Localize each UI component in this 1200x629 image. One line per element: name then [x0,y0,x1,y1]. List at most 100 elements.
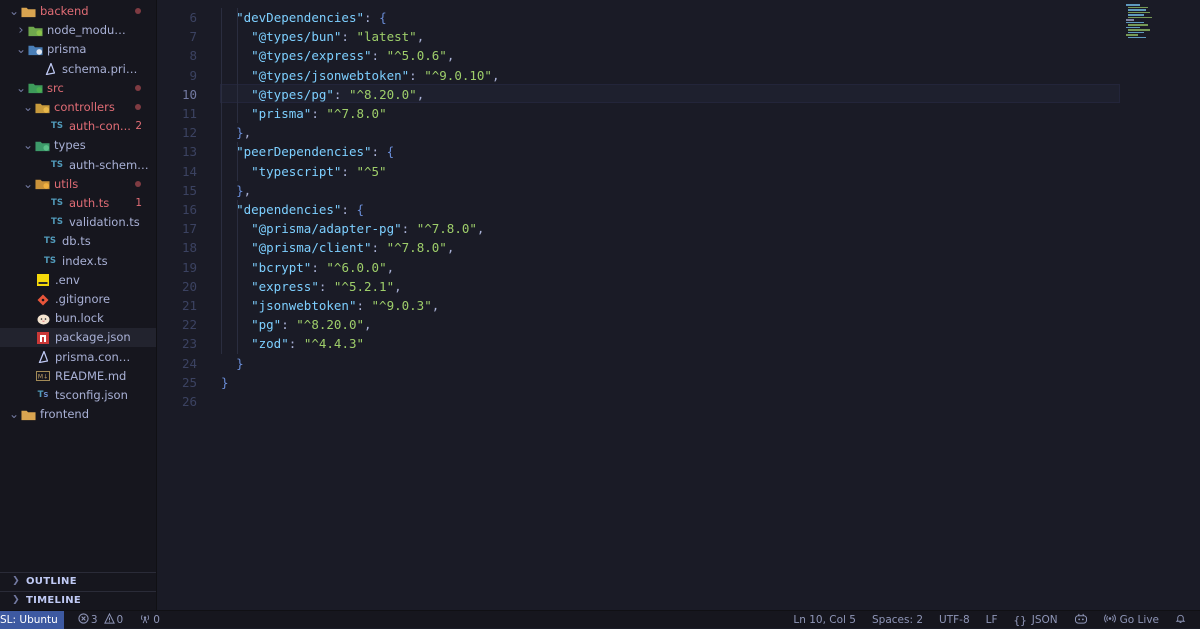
code-line[interactable]: "dependencies": { [221,200,364,219]
line-number: 19 [181,259,197,275]
outline-label: OUTLINE [26,576,77,587]
tree-folder-frontend[interactable]: ⌄ frontend [0,405,156,424]
code-line[interactable]: }, [221,123,251,142]
outline-panel-header[interactable]: ❯ OUTLINE [0,572,156,591]
line-number: 10 [181,86,197,102]
tree-folder-types[interactable]: ⌄ types [0,136,156,155]
tree-folder-controllers[interactable]: ⌄ controllers [0,98,156,117]
minimap-line [1128,31,1144,33]
go-live-button[interactable]: Go Live [1102,611,1159,629]
chevron-down-icon: ⌄ [15,80,27,95]
code-line[interactable]: "@prisma/adapter-pg": "^7.8.0", [221,219,484,238]
tree-folder-backend[interactable]: ⌄ backend [0,2,156,21]
modified-dot-indicator [135,84,141,91]
tree-file-schema-prisma[interactable]: schema.prisma [0,60,156,79]
code-line[interactable]: "peerDependencies": { [221,142,394,161]
code-line[interactable]: "zod": "^4.4.3" [221,334,364,353]
tree-file-index-ts[interactable]: TS index.ts [0,252,156,271]
tree-item-label: auth-schema.ts [69,157,149,172]
tree-file-db-ts[interactable]: TS db.ts [0,232,156,251]
tree-file-gitignore[interactable]: .gitignore [0,290,156,309]
tree-file-tsconfig-json[interactable]: TS tsconfig.json [0,386,156,405]
cursor-position[interactable]: Ln 10, Col 5 [791,611,856,629]
tree-file-env[interactable]: .env [0,271,156,290]
tree-folder-node-modules[interactable]: › node_modules [0,21,156,40]
code-token: "^8.20.0" [296,317,365,333]
problems-indicator[interactable]: 3 0 [76,611,123,629]
tree-item-label: validation.ts [69,215,140,230]
code-line[interactable]: } [221,373,229,392]
code-token: "devDependencies" [236,10,364,25]
line-number: 11 [181,106,197,121]
warning-count: 0 [116,613,124,626]
tree-file-bun-lock[interactable]: bun.lock [0,309,156,328]
indentation-setting[interactable]: Spaces: 2 [870,611,923,629]
error-count: 3 [90,613,98,626]
tree-file-validation-ts[interactable]: TS validation.ts [0,213,156,232]
tree-folder-prisma[interactable]: ⌄ prisma [0,40,156,59]
code-line[interactable]: "@types/jsonwebtoken": "^9.0.10", [221,66,499,85]
code-line[interactable]: "@prisma/client": "^7.8.0", [221,238,454,257]
eol-setting[interactable]: LF [984,611,998,629]
tree-item-label: src [47,80,64,95]
line-number: 16 [181,202,197,217]
copilot-button[interactable] [1072,611,1088,629]
indentation-label: Spaces: 2 [871,614,924,626]
minimap[interactable] [1124,4,1152,40]
typescript-icon: TS [51,121,63,132]
line-number: 22 [181,317,197,333]
tree-file-auth-con[interactable]: TS auth-con... 2 [0,117,156,136]
tree-file-auth-schema-ts[interactable]: TS auth-schema.ts [0,156,156,175]
code-line[interactable]: "@types/bun": "latest", [221,27,424,46]
code-line[interactable]: "jsonwebtoken": "^9.0.3", [221,296,439,315]
prisma-folder-icon [27,40,43,59]
problem-count-badge: 1 [135,197,142,209]
code-line[interactable]: "typescript": "^5" [221,162,386,181]
line-number: 15 [181,182,197,198]
tree-folder-src[interactable]: ⌄ src [0,79,156,98]
code-token: : [341,202,357,217]
code-line[interactable]: "prisma": "^7.8.0" [221,104,387,123]
bun-icon [35,309,51,328]
tree-item-label: index.ts [62,253,108,268]
code-token: : [281,317,297,333]
tree-file-package-json[interactable]: package.json [0,328,156,348]
tree-folder-utils[interactable]: ⌄ utils [0,175,156,194]
code-line[interactable]: "@types/express": "^5.0.6", [221,46,454,65]
indent-guide [237,142,238,181]
code-token: : [311,106,327,121]
tsconfig-icon: TS [37,390,49,400]
indent-guide [221,8,222,354]
tree-item-label: utils [54,176,79,191]
notifications-button[interactable] [1173,611,1186,629]
code-token: "prisma" [251,106,312,121]
tree-file-prisma-config-ts[interactable]: prisma.config.ts [0,348,156,367]
tree-file-auth-ts[interactable]: TS auth.ts 1 [0,194,156,213]
code-line[interactable]: } [221,354,244,373]
code-token: : [341,29,357,45]
code-token: "@types/jsonwebtoken" [251,67,410,83]
code-token: : [364,10,380,25]
ports-indicator[interactable]: 0 [137,611,160,629]
tree-file-readme-md[interactable]: M↓ README.md [0,367,156,386]
line-number: 25 [181,374,197,390]
indent-guide [237,200,238,354]
language-mode[interactable]: {} JSON [1012,611,1058,629]
code-editor[interactable]: 6 "devDependencies": {7 "@types/bun": "l… [157,0,1200,610]
timeline-panel-header[interactable]: ❯ TIMELINE [0,591,156,610]
line-number: 13 [181,144,197,160]
code-token: "^8.20.0" [348,86,417,102]
svg-text:M↓: M↓ [38,374,48,381]
code-line[interactable]: }, [221,181,251,200]
code-line[interactable]: "bcrypt": "^6.0.0", [221,258,394,277]
code-line[interactable]: "express": "^5.2.1", [221,277,402,296]
code-line[interactable]: "@types/pg": "^8.20.0", [221,85,424,104]
typescript-icon: TS [51,198,63,208]
code-line[interactable]: "pg": "^8.20.0", [221,315,371,334]
code-line[interactable]: "devDependencies": { [221,8,387,27]
minimap-line [1128,29,1150,31]
code-token: , [431,298,440,313]
encoding-setting[interactable]: UTF-8 [937,611,970,629]
remote-indicator[interactable]: SL: Ubuntu [0,610,64,629]
